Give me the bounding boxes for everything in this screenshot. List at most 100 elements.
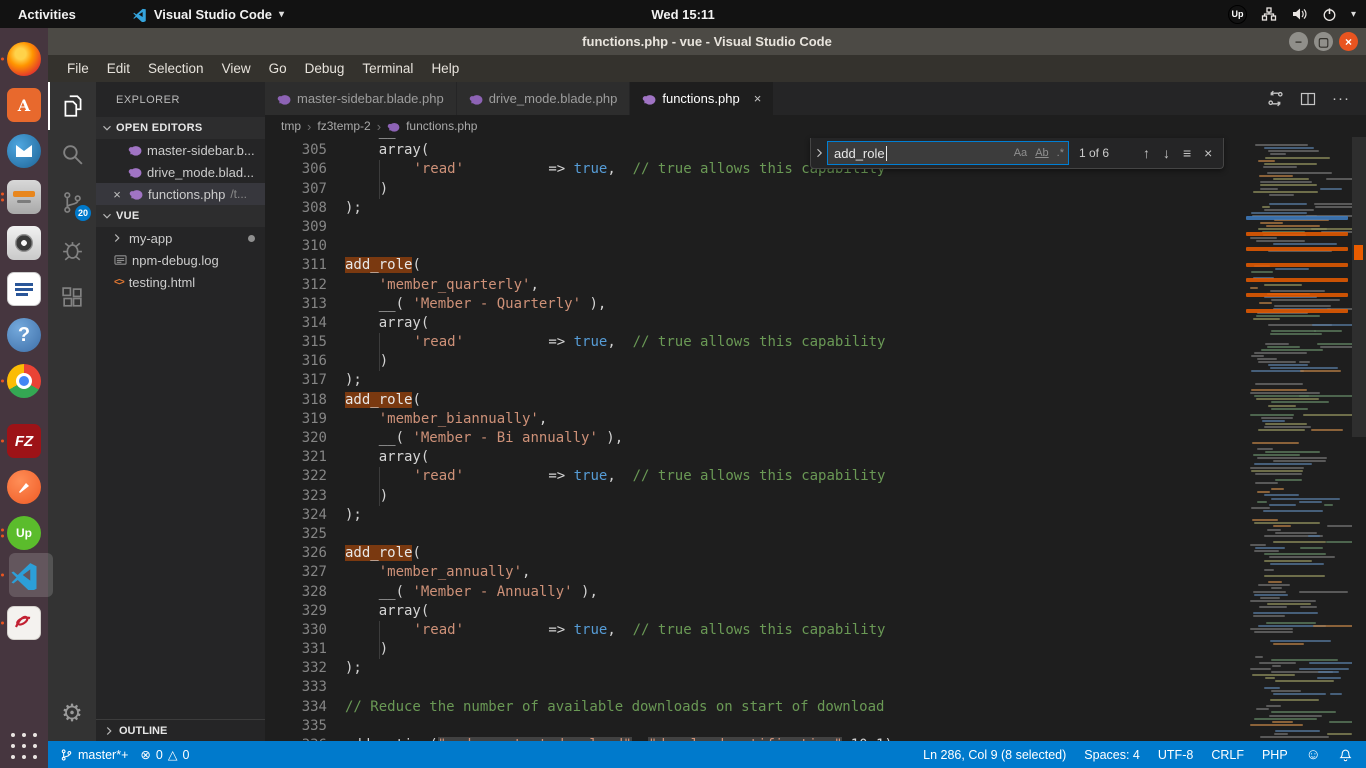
breadcrumb-fz3temp-2[interactable]: fz3temp-2: [317, 119, 370, 133]
activitybar-debug[interactable]: [48, 226, 96, 274]
power-icon[interactable]: [1322, 7, 1337, 22]
toggle-replace-chevron-icon[interactable]: [811, 147, 827, 159]
clock[interactable]: Wed 15:11: [651, 7, 714, 22]
network-icon[interactable]: [1261, 6, 1277, 22]
code-line[interactable]: 321 array(: [265, 448, 901, 467]
code-line[interactable]: 328 __( 'Member - Annually' ),: [265, 583, 901, 602]
next-match-arrow-icon[interactable]: ↓: [1163, 145, 1170, 161]
code-line[interactable]: 333: [265, 678, 901, 697]
code-line[interactable]: 316 ): [265, 352, 901, 371]
code-line[interactable]: 306 'read' => true, // true allows this …: [265, 160, 901, 179]
eol-status[interactable]: CRLF: [1211, 748, 1244, 762]
close-button[interactable]: ×: [1339, 32, 1358, 51]
open-editors-header[interactable]: OPEN EDITORS: [96, 117, 265, 139]
manage-gear-icon[interactable]: ⚙: [48, 693, 96, 733]
previous-match-arrow-icon[interactable]: ↑: [1143, 145, 1150, 161]
code-line[interactable]: 314 array(: [265, 314, 901, 333]
code-line[interactable]: 315 'read' => true, // true allows this …: [265, 333, 901, 352]
dock-vscode-icon[interactable]: [7, 558, 41, 592]
tree-item-testing-html[interactable]: <> testing.html: [96, 271, 265, 293]
folder-section-header[interactable]: VUE: [96, 205, 265, 227]
menu-selection[interactable]: Selection: [139, 61, 213, 76]
activities-button[interactable]: Activities: [0, 7, 94, 22]
notifications-bell-icon[interactable]: [1339, 748, 1352, 762]
code-editor[interactable]: 304 __( 'Premium Subscriber' ),305 array…: [265, 137, 1366, 741]
code-line[interactable]: 322 'read' => true, // true allows this …: [265, 467, 901, 486]
indentation-status[interactable]: Spaces: 4: [1084, 748, 1140, 762]
open-editor-master-sidebar[interactable]: master-sidebar.b...: [96, 139, 265, 161]
find-in-selection-icon[interactable]: ≡: [1183, 145, 1191, 161]
code-line[interactable]: 307 ): [265, 180, 901, 199]
code-line[interactable]: 305 array(: [265, 141, 901, 160]
breadcrumb-tmp[interactable]: tmp: [281, 119, 301, 133]
show-applications-button[interactable]: [10, 732, 38, 760]
code-line[interactable]: 312 'member_quarterly',: [265, 276, 901, 295]
code-line[interactable]: 319 'member_biannually',: [265, 410, 901, 429]
code-line[interactable]: 320 __( 'Member - Bi annually' ),: [265, 429, 901, 448]
minimap[interactable]: [1244, 137, 1352, 741]
activitybar-explorer[interactable]: [48, 82, 96, 130]
activitybar-search[interactable]: [48, 130, 96, 178]
problems-status[interactable]: ⊗ 0 △ 0: [140, 747, 189, 762]
code-line[interactable]: 324);: [265, 506, 901, 525]
tray-chevron-down-icon[interactable]: ▾: [1351, 9, 1356, 20]
code-line[interactable]: 309: [265, 218, 901, 237]
code-line[interactable]: 325: [265, 525, 901, 544]
tab-drive-mode[interactable]: drive_mode.blade.php: [457, 82, 631, 115]
code-line[interactable]: 330 'read' => true, // true allows this …: [265, 621, 901, 640]
code-line[interactable]: 323 ): [265, 487, 901, 506]
menu-debug[interactable]: Debug: [296, 61, 354, 76]
dock-upwork-icon[interactable]: Up: [7, 516, 41, 550]
overview-ruler[interactable]: [1352, 137, 1366, 741]
app-menu-button[interactable]: Visual Studio Code ▾: [132, 7, 284, 22]
language-mode-status[interactable]: PHP: [1262, 748, 1288, 762]
open-changes-icon[interactable]: [1267, 90, 1284, 107]
scrollbar-slider[interactable]: [1352, 137, 1366, 437]
menu-help[interactable]: Help: [422, 61, 468, 76]
git-branch-status[interactable]: master*+: [60, 748, 128, 762]
volume-icon[interactable]: [1291, 6, 1308, 22]
code-line[interactable]: 313 __( 'Member - Quarterly' ),: [265, 295, 901, 314]
dock-filezilla-icon[interactable]: FZ: [7, 424, 41, 458]
code-line[interactable]: 310: [265, 237, 901, 256]
split-editor-icon[interactable]: [1300, 91, 1316, 107]
tab-master-sidebar[interactable]: master-sidebar.blade.php: [265, 82, 457, 115]
dock-ubuntu-software-icon[interactable]: A: [7, 88, 41, 122]
code-line[interactable]: 317);: [265, 371, 901, 390]
dock-firefox-icon[interactable]: [7, 42, 41, 76]
close-tab-icon[interactable]: ×: [754, 91, 762, 106]
close-icon[interactable]: ×: [110, 187, 124, 202]
dock-help-icon[interactable]: ?: [7, 318, 41, 352]
close-find-icon[interactable]: ×: [1204, 145, 1212, 161]
cursor-position-status[interactable]: Ln 286, Col 9 (8 selected): [923, 748, 1066, 762]
activitybar-extensions[interactable]: [48, 274, 96, 322]
breadcrumb-functions-php[interactable]: functions.php: [406, 119, 477, 133]
code-line[interactable]: 335: [265, 717, 901, 736]
dock-thunderbird-icon[interactable]: [7, 134, 41, 168]
whole-word-toggle[interactable]: Ab: [1035, 147, 1048, 159]
menu-file[interactable]: File: [58, 61, 98, 76]
match-case-toggle[interactable]: Aa: [1014, 147, 1027, 159]
activitybar-source-control[interactable]: 20: [48, 178, 96, 226]
minimize-button[interactable]: −: [1289, 32, 1308, 51]
dock-chrome-icon[interactable]: [7, 364, 41, 398]
menu-terminal[interactable]: Terminal: [353, 61, 422, 76]
dock-files-icon[interactable]: [7, 180, 41, 214]
dock-red-swirl-app-icon[interactable]: [7, 606, 41, 640]
code-line[interactable]: 327 'member_annually',: [265, 563, 901, 582]
code-line[interactable]: 318add_role(: [265, 391, 901, 410]
find-input[interactable]: add_role Aa Ab .*: [827, 141, 1069, 165]
encoding-status[interactable]: UTF-8: [1158, 748, 1193, 762]
regex-toggle[interactable]: .*: [1057, 147, 1064, 159]
menu-edit[interactable]: Edit: [98, 61, 139, 76]
code-line[interactable]: 331 ): [265, 640, 901, 659]
menu-view[interactable]: View: [213, 61, 260, 76]
outline-section-header[interactable]: OUTLINE: [96, 719, 265, 741]
code-line[interactable]: 326add_role(: [265, 544, 901, 563]
dock-postman-icon[interactable]: [7, 470, 41, 504]
tab-functions-php[interactable]: functions.php ×: [630, 82, 774, 115]
more-actions-icon[interactable]: ···: [1332, 90, 1350, 107]
tree-item-npm-debug-log[interactable]: npm-debug.log: [96, 249, 265, 271]
code-line[interactable]: 311add_role(: [265, 256, 901, 275]
menu-go[interactable]: Go: [260, 61, 296, 76]
